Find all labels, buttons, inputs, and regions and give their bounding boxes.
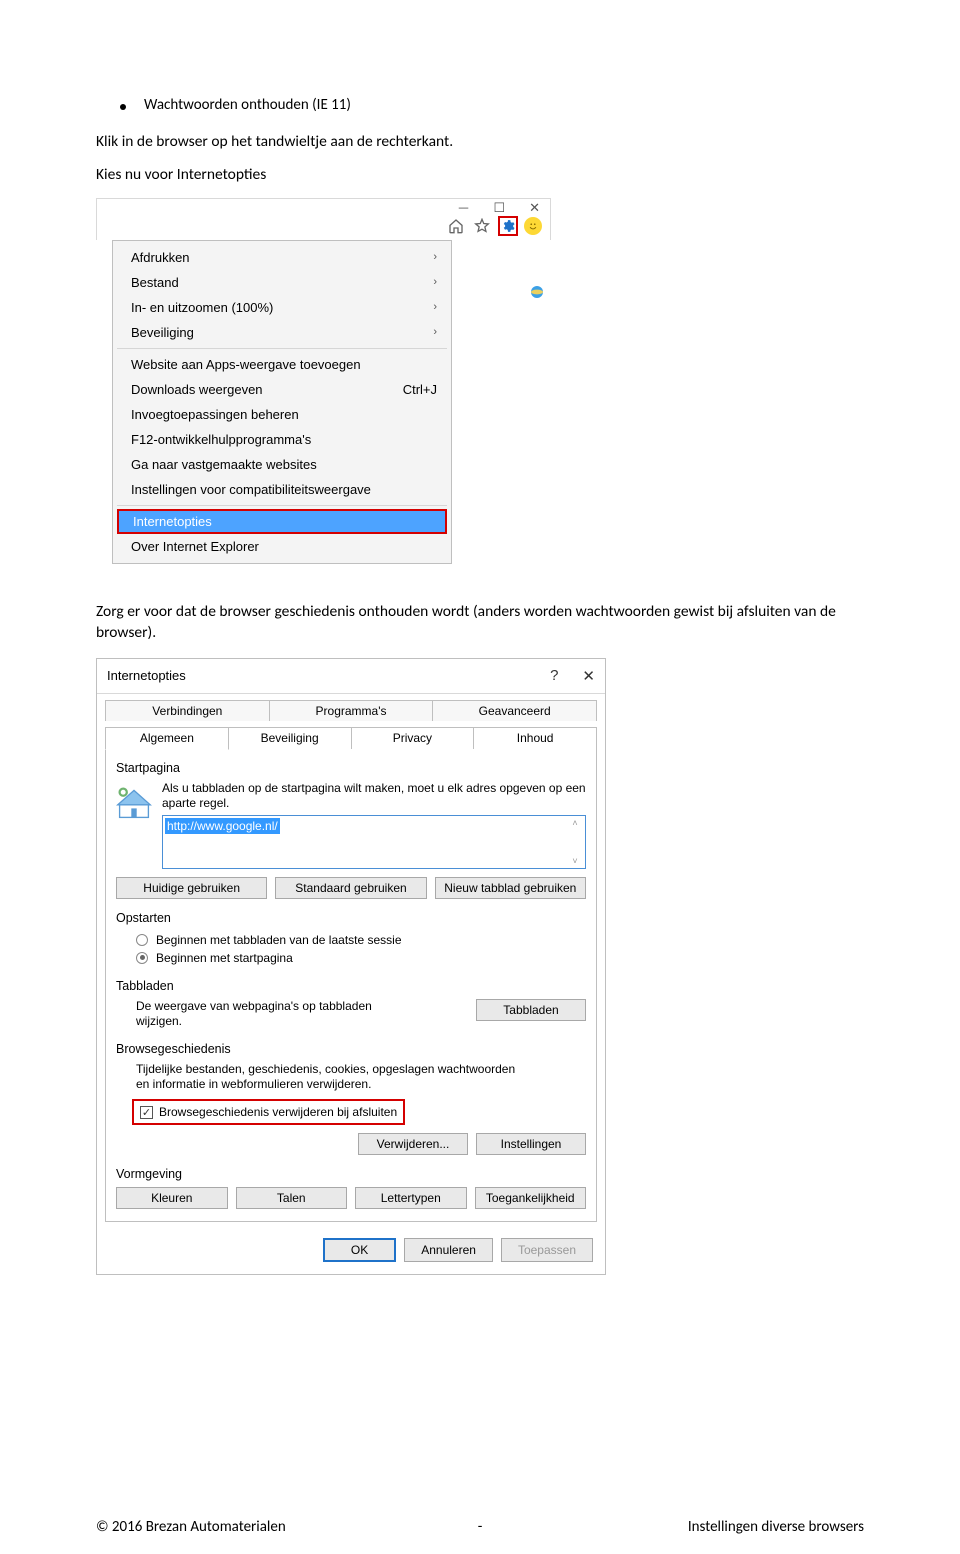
radio-last-session[interactable]: Beginnen met tabbladen van de laatste se… [116,931,586,949]
menu-item-afdrukken[interactable]: Afdrukken › [115,245,449,270]
chevron-right-icon: › [433,251,437,263]
gear-icon[interactable] [498,216,518,236]
kleuren-button[interactable]: Kleuren [116,1187,228,1209]
tab-beveiliging[interactable]: Beveiliging [228,727,352,749]
menu-item-compat[interactable]: Instellingen voor compatibiliteitsweerga… [115,477,449,502]
radio-checked-icon [136,952,148,964]
menu-item-apps-weergave[interactable]: Website aan Apps-weergave toevoegen [115,352,449,377]
paragraph-2: Kies nu voor Internetopties [96,165,864,186]
window-close-icon[interactable]: ✕ [529,201,540,219]
menu-item-invoegtoepassingen[interactable]: Invoegtoepassingen beheren [115,402,449,427]
dialog-title: Internetopties [107,668,186,683]
section-vormgeving: Vormgeving [116,1167,586,1181]
bullet-title: Wachtwoorden onthouden (IE 11) [144,96,351,114]
window-minimize-icon[interactable]: — [458,201,470,219]
help-icon[interactable]: ? [550,667,558,684]
menu-item-ga-naar[interactable]: Ga naar vastgemaakte websites [115,452,449,477]
dialog-titlebar: Internetopties ? ✕ [97,659,605,693]
menu-item-downloads[interactable]: Downloads weergevenCtrl+J [115,377,449,402]
homepage-url-value: http://www.google.nl/ [165,818,280,834]
ie-app-icon [529,284,545,305]
tabbladen-desc: De weergave van webpagina's op tabbladen… [116,999,416,1030]
footer-left: © 2016 Brezan Automaterialen [96,1518,286,1536]
instellingen-button[interactable]: Instellingen [476,1133,586,1155]
tab-geavanceerd[interactable]: Geavanceerd [432,700,597,721]
menu-item-bestand[interactable]: Bestand › [115,270,449,295]
tab-privacy[interactable]: Privacy [351,727,475,749]
toepassen-button[interactable]: Toepassen [501,1238,593,1262]
footer-right: Instellingen diverse browsers [688,1518,864,1536]
menu-item-internetopties[interactable]: Internetopties [117,509,447,534]
paragraph-3: Zorg er voor dat de browser geschiedenis… [96,602,864,644]
page-footer: © 2016 Brezan Automaterialen - Instellin… [96,1518,864,1536]
chevron-right-icon: › [433,301,437,313]
tab-verbindingen[interactable]: Verbindingen [105,700,270,721]
chevron-right-icon: › [433,326,437,338]
radio-unchecked-icon [136,934,148,946]
startpagina-desc: Als u tabbladen op de startpagina wilt m… [162,781,586,811]
menu-item-over-ie[interactable]: Over Internet Explorer [115,534,449,559]
star-icon[interactable] [472,216,492,236]
ie-window-titlebar: — ☐ ✕ [96,198,551,240]
menu-separator [117,505,447,506]
smiley-icon[interactable] [524,217,542,235]
paragraph-1: Klik in de browser op het tandwieltje aa… [96,132,864,153]
standaard-gebruiken-button[interactable]: Standaard gebruiken [275,877,426,899]
menu-item-beveiliging[interactable]: Beveiliging › [115,320,449,345]
close-icon[interactable]: ✕ [582,667,595,685]
menu-item-f12[interactable]: F12-ontwikkelhulpprogramma's [115,427,449,452]
tab-algemeen[interactable]: Algemeen [105,727,229,750]
bullet-dot-icon [120,104,126,110]
home-page-icon [116,785,152,821]
checkbox-checked-icon: ✓ [140,1106,153,1119]
huidige-gebruiken-button[interactable]: Huidige gebruiken [116,877,267,899]
section-opstarten: Opstarten [116,911,586,925]
menu-separator [117,348,447,349]
radio-startpagina[interactable]: Beginnen met startpagina [116,949,586,967]
talen-button[interactable]: Talen [236,1187,348,1209]
ie-tools-menu: Afdrukken › Bestand › In- en uitzoomen (… [112,240,452,564]
verwijderen-button[interactable]: Verwijderen... [358,1133,468,1155]
menu-item-zoom[interactable]: In- en uitzoomen (100%) › [115,295,449,320]
browsegeschiedenis-desc: Tijdelijke bestanden, geschiedenis, cook… [116,1062,516,1093]
delete-history-checkbox-row[interactable]: ✓ Browsegeschiedenis verwijderen bij afs… [132,1099,405,1125]
annuleren-button[interactable]: Annuleren [404,1238,493,1262]
toegankelijkheid-button[interactable]: Toegankelijkheid [475,1187,587,1209]
tabbladen-button[interactable]: Tabbladen [476,999,586,1021]
tabs-row-back: Verbindingen Programma's Geavanceerd [97,694,605,721]
section-browsegeschiedenis: Browsegeschiedenis [116,1042,586,1056]
section-tabbladen: Tabbladen [116,979,586,993]
scrollbar-icon[interactable]: ˄˅ [567,818,583,866]
tab-programmas[interactable]: Programma's [269,700,434,721]
home-icon[interactable] [446,216,466,236]
ok-button[interactable]: OK [323,1238,396,1262]
section-startpagina: Startpagina [116,761,586,775]
tab-inhoud[interactable]: Inhoud [473,727,597,749]
footer-mid: - [478,1518,483,1536]
lettertypen-button[interactable]: Lettertypen [355,1187,467,1209]
nieuw-tabblad-gebruiken-button[interactable]: Nieuw tabblad gebruiken [435,877,586,899]
chevron-right-icon: › [433,276,437,288]
ie-menu-screenshot: — ☐ ✕ [96,198,551,564]
internet-options-dialog: Internetopties ? ✕ Verbindingen Programm… [96,658,606,1275]
tabs-row-front: Algemeen Beveiliging Privacy Inhoud [97,721,605,749]
bullet-heading: Wachtwoorden onthouden (IE 11) [96,96,864,114]
window-maximize-icon[interactable]: ☐ [493,201,505,219]
homepage-url-input[interactable]: http://www.google.nl/ ˄˅ [162,815,586,869]
